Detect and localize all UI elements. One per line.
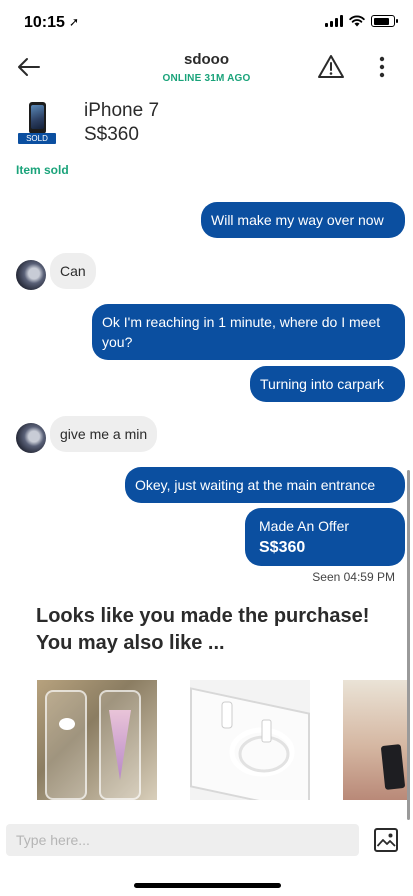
listing-title: iPhone 7 bbox=[84, 100, 160, 121]
listing-price: S$360 bbox=[84, 124, 139, 145]
status-time: 10:15 bbox=[24, 14, 65, 31]
recommended-item-image[interactable] bbox=[37, 680, 157, 800]
online-status: ONLINE 31M AGO bbox=[162, 73, 251, 84]
status-bar: 10:15 ➚ bbox=[0, 0, 413, 44]
case-decoration bbox=[59, 718, 75, 730]
warning-triangle-icon[interactable] bbox=[316, 52, 346, 82]
message-input[interactable] bbox=[6, 824, 359, 856]
wifi-icon bbox=[349, 15, 365, 27]
location-arrow-icon: ➚ bbox=[69, 15, 80, 29]
listing-thumbnail: SOLD bbox=[16, 100, 58, 144]
cable-coil bbox=[221, 701, 295, 777]
offer-title: Made An Offer bbox=[259, 518, 350, 534]
image-picker-icon[interactable] bbox=[371, 825, 401, 855]
battery-icon bbox=[371, 15, 398, 27]
home-indicator[interactable] bbox=[134, 883, 281, 888]
recommended-item-image[interactable] bbox=[343, 680, 408, 800]
signal-icon bbox=[325, 15, 343, 27]
recommended-item-image[interactable] bbox=[190, 680, 310, 800]
more-vertical-icon[interactable] bbox=[370, 52, 394, 82]
sold-badge: SOLD bbox=[18, 133, 56, 144]
message-outgoing: Okey, just waiting at the main entrance bbox=[125, 467, 405, 503]
seen-receipt: Seen 04:59 PM bbox=[312, 570, 395, 584]
avatar bbox=[16, 260, 46, 290]
status-icons bbox=[325, 15, 398, 27]
avatar bbox=[16, 423, 46, 453]
offer-message: Made An Offer S$360 bbox=[245, 508, 405, 566]
item-sold-label: Item sold bbox=[16, 163, 69, 177]
phone-in-hand bbox=[380, 744, 406, 790]
offer-price: S$360 bbox=[259, 539, 306, 556]
message-outgoing: Ok I'm reaching in 1 minute, where do I … bbox=[92, 304, 405, 360]
phone-image bbox=[29, 102, 46, 134]
message-incoming: give me a min bbox=[50, 416, 158, 452]
scrollbar[interactable] bbox=[407, 470, 410, 820]
recommendations-heading: Looks like you made the purchase! You ma… bbox=[36, 605, 370, 654]
chat-partner-name[interactable]: sdooo bbox=[0, 51, 413, 68]
message-outgoing: Turning into carpark bbox=[250, 366, 405, 402]
phone-case-shape bbox=[45, 690, 87, 800]
message-outgoing: Will make my way over now bbox=[201, 202, 405, 238]
chat-header: sdooo ONLINE 31M AGO bbox=[0, 44, 413, 94]
message-incoming: Can bbox=[50, 253, 96, 289]
listing-card[interactable]: SOLD iPhone 7 S$360 bbox=[16, 100, 396, 150]
